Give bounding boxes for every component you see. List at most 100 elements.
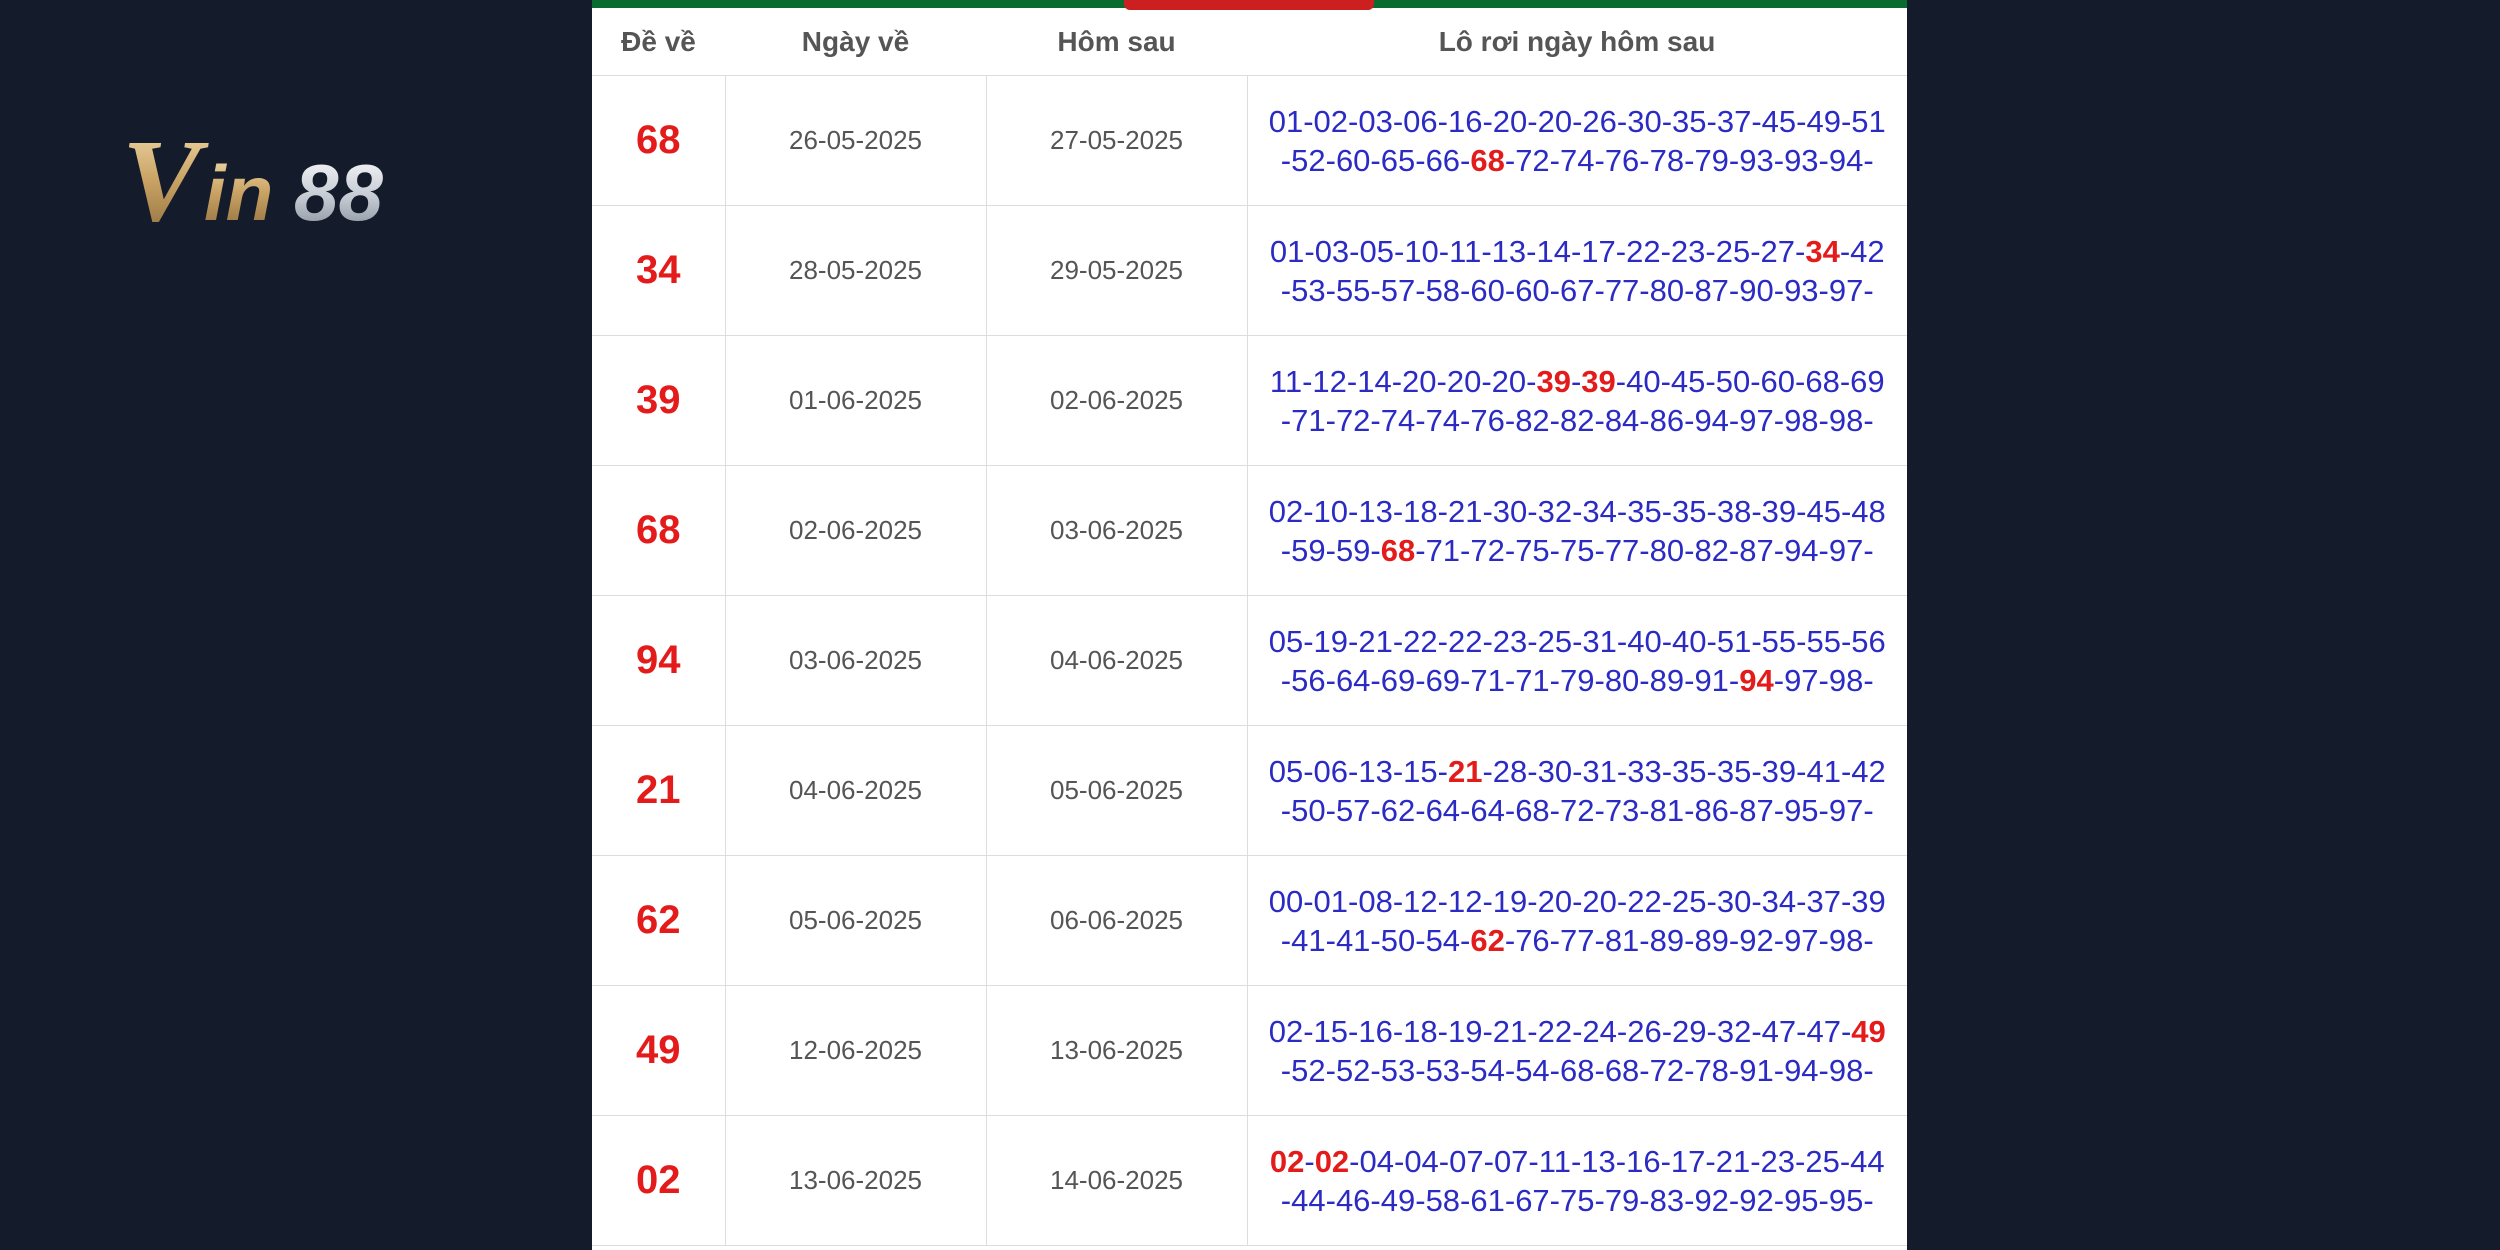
lo-number: 58 [1425,272,1461,308]
lo-number: 54 [1470,1052,1505,1088]
table-row: 02 13-06-2025 14-06-2025 02-02-04-04-07-07-… [592,1115,1907,1246]
hom-sau-cell: 04-06-2025 [985,595,1248,726]
lo-number: 71 [1470,662,1505,698]
lo-number: 01 [1268,103,1304,139]
lo-number: 34 [1582,493,1617,529]
lo-number: 12 [1403,883,1438,919]
lo-number: 72 [1470,532,1505,568]
lo-number: 31 [1582,753,1617,789]
lo-number: 00 [1268,883,1304,919]
lo-number: 18 [1403,493,1438,529]
header-de-ve: Đề về [592,8,725,76]
de-ve-cell: 21 [592,725,726,856]
lo-number: 38 [1716,493,1752,529]
lo-number: 59 [1291,532,1326,568]
lo-number: 60 [1335,142,1371,178]
lo-number: 77 [1604,272,1640,308]
lo-roi-cell: 11-12-14-20-20-20-39-39-40-45-50-60-68-6… [1246,335,1907,466]
de-ve-cell: 68 [592,465,726,596]
lo-number: 41 [1291,922,1326,958]
lo-number: 55 [1335,272,1371,308]
lo-number: 68 [1560,1052,1595,1088]
lo-number-highlight: 39 [1536,363,1571,399]
lo-number: 71 [1425,532,1461,568]
lo-number: 30 [1537,753,1573,789]
lo-number: 04 [1359,1143,1394,1179]
lo-number-highlight: 68 [1380,532,1416,568]
lo-number: 07 [1449,1143,1484,1179]
lo-number: 21 [1358,623,1393,659]
de-ve-cell: 34 [592,205,726,336]
lo-number: 50 [1380,922,1416,958]
lo-number: 41 [1335,922,1371,958]
lo-number: 98 [1828,922,1864,958]
top-bar [592,0,1907,10]
lo-number: 73 [1604,792,1640,828]
lo-roi-cell: 05-06-13-15-21-28-30-31-33-35-35-39-41-4… [1246,725,1907,856]
lo-number: 93 [1784,142,1819,178]
lo-number: 98 [1828,662,1864,698]
svg-text:in: in [204,149,273,237]
lo-number: 40 [1627,623,1662,659]
lo-number: 68 [1515,792,1550,828]
lo-number: 62 [1380,792,1416,828]
hom-sau-cell: 03-06-2025 [985,465,1248,596]
lo-number: 14 [1536,233,1571,269]
lo-number: 78 [1649,142,1685,178]
lo-number: 79 [1604,1182,1640,1218]
lo-number: 76 [1604,142,1640,178]
de-ve-cell: 94 [592,595,726,726]
vin88-logo: V in 88 [122,118,482,238]
lo-number: 87 [1739,792,1774,828]
lo-number: 11 [1538,1143,1571,1179]
lo-number-highlight: 62 [1470,922,1505,958]
lo-number: 97 [1784,922,1819,958]
lo-number: 92 [1739,922,1774,958]
lo-number: 56 [1291,662,1326,698]
de-ve-cell: 62 [592,855,726,986]
lo-number: 75 [1560,1182,1595,1218]
ngay-ve-cell: 05-06-2025 [724,855,987,986]
lo-number: 30 [1627,103,1662,139]
ngay-ve-cell: 13-06-2025 [724,1115,987,1246]
lo-number: 78 [1694,1052,1729,1088]
lo-number: 82 [1694,532,1729,568]
lo-number: 92 [1694,1182,1729,1218]
lo-number: 91 [1694,662,1729,698]
ngay-ve-cell: 12-06-2025 [724,985,987,1116]
lo-number: 12 [1312,363,1347,399]
lo-number: 10 [1404,233,1439,269]
ngay-ve-cell: 04-06-2025 [724,725,987,856]
lo-number: 71 [1291,402,1326,438]
lo-number: 22 [1627,883,1662,919]
lo-number-highlight: 34 [1805,233,1840,269]
ngay-ve-cell: 01-06-2025 [724,335,987,466]
lo-number: 94 [1694,402,1729,438]
hom-sau-cell: 06-06-2025 [985,855,1248,986]
lo-roi-cell: 00-01-08-12-12-19-20-20-22-25-30-34-37-3… [1246,855,1907,986]
lo-number: 89 [1649,922,1685,958]
table-row: 62 05-06-2025 06-06-2025 00-01-08-12-12-19-… [592,855,1907,986]
lo-number: 51 [1716,623,1752,659]
lo-number: 81 [1604,922,1640,958]
lo-number: 94 [1784,1052,1819,1088]
lo-number: 15 [1403,753,1438,789]
lo-number: 75 [1560,532,1595,568]
lo-number: 80 [1604,662,1640,698]
lo-number: 02 [1268,493,1304,529]
lo-number: 71 [1515,662,1550,698]
lo-number: 01 [1269,233,1305,269]
lo-number: 93 [1784,272,1819,308]
table-row: 94 03-06-2025 04-06-2025 05-19-21-22-22-23-… [592,595,1907,726]
lo-number: 20 [1402,363,1437,399]
lo-number: 74 [1560,142,1595,178]
table-row: 49 12-06-2025 13-06-2025 02-15-16-18-19-21-… [592,985,1907,1116]
lo-number: 77 [1604,532,1640,568]
hom-sau-cell: 29-05-2025 [985,205,1248,336]
lo-number: 39 [1761,753,1797,789]
lo-number: 64 [1425,792,1461,828]
lo-number: 37 [1716,103,1752,139]
lo-number: 48 [1851,493,1886,529]
lo-number: 52 [1291,142,1326,178]
lo-number: 13 [1358,493,1393,529]
